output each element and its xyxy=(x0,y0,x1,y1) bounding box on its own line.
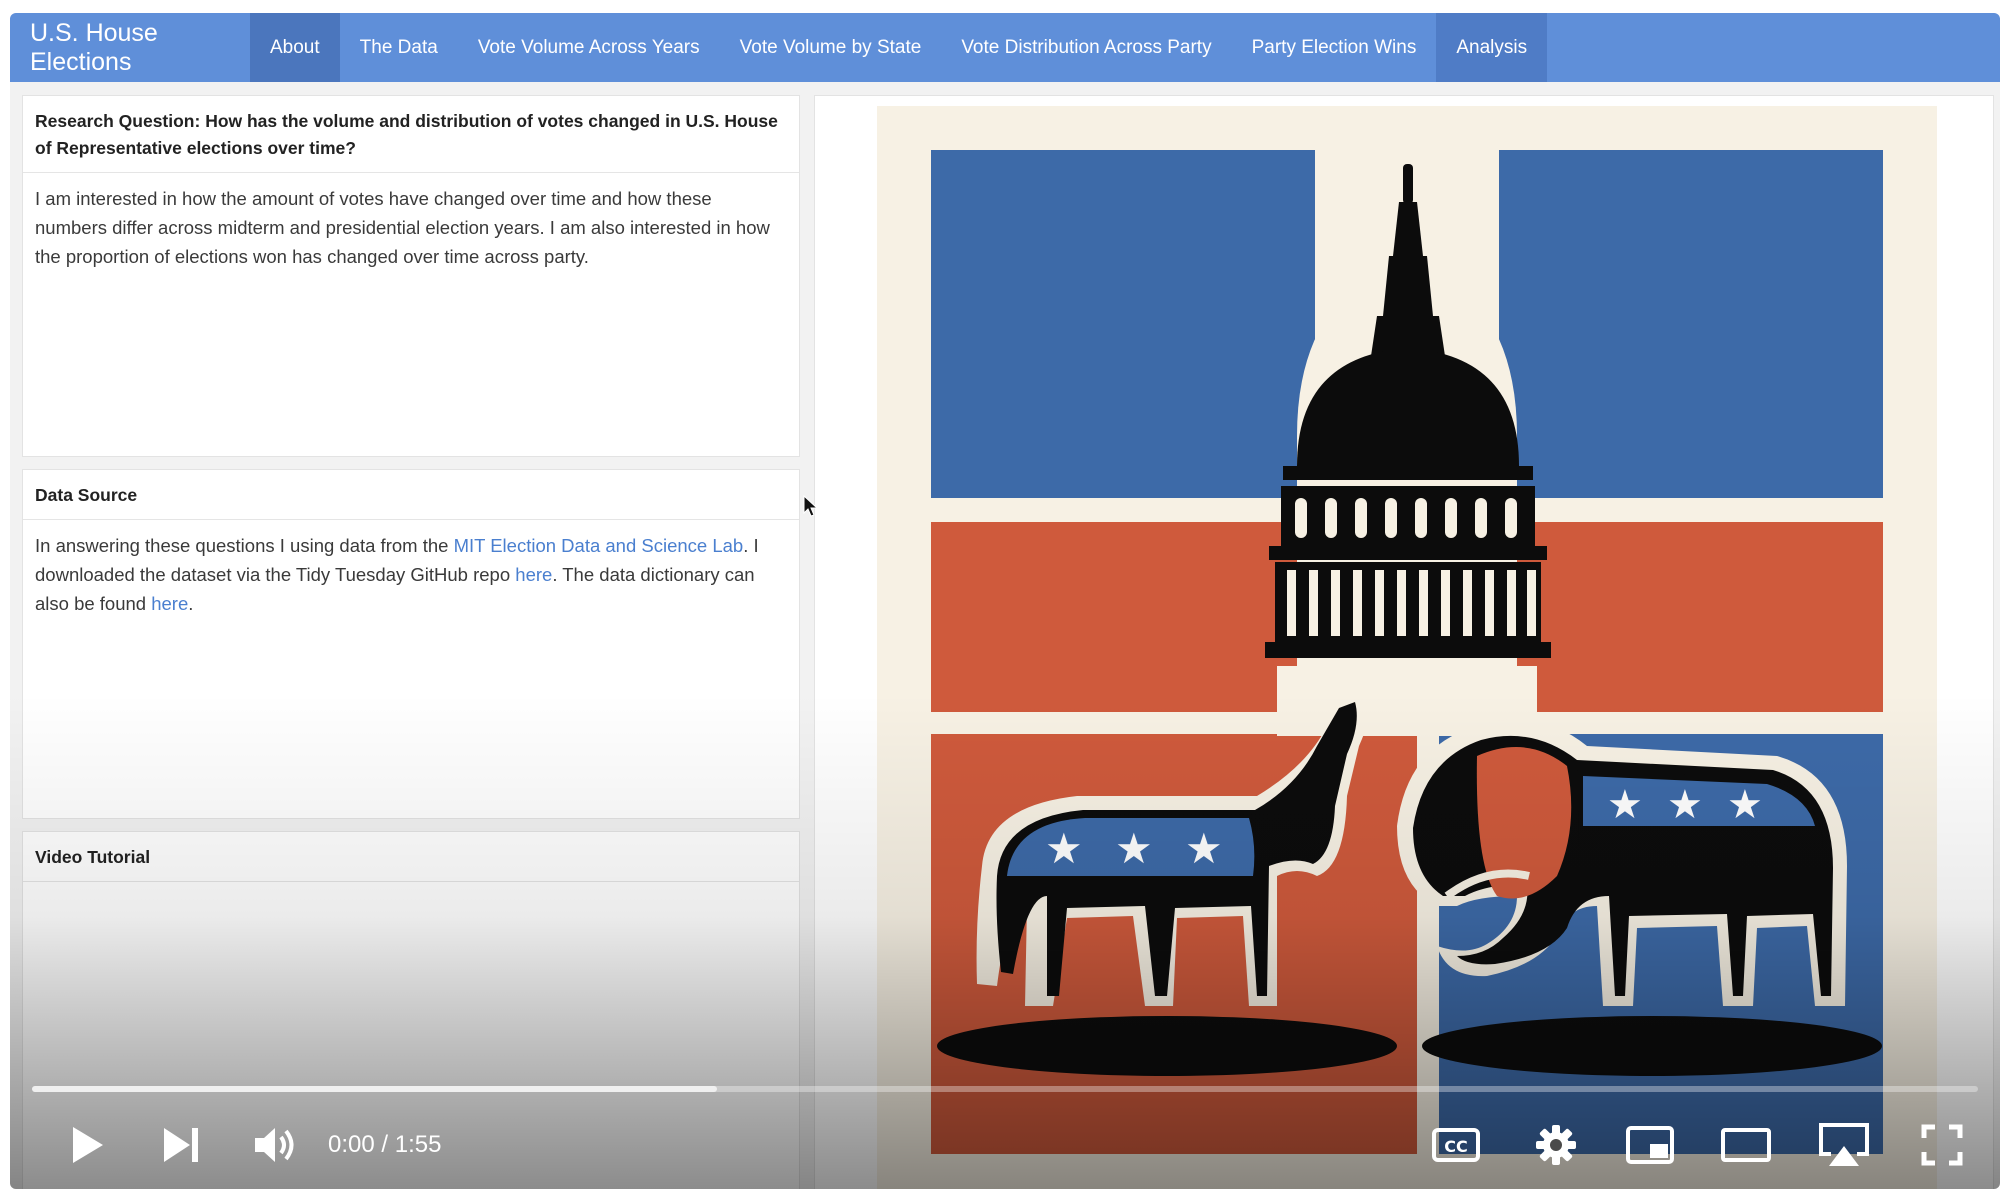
data-source-heading: Data Source xyxy=(23,470,799,520)
airplay-button[interactable] xyxy=(1814,1113,1874,1177)
volume-icon xyxy=(255,1128,294,1162)
tab-vote-volume-across-years[interactable]: Vote Volume Across Years xyxy=(458,13,720,82)
capitol-party-illustration: ★ ★ ★ ★ ★ ★ xyxy=(877,106,1937,1189)
elephant-shadow xyxy=(1422,1016,1882,1076)
captions-button[interactable]: CC xyxy=(1428,1113,1484,1177)
tab-about[interactable]: About xyxy=(250,13,340,82)
research-question-heading: Research Question: How has the volume an… xyxy=(23,96,799,173)
data-source-panel: Data Source In answering these questions… xyxy=(22,469,800,819)
svg-text:★: ★ xyxy=(1185,824,1223,873)
data-source-text: . xyxy=(188,593,194,614)
tidy-tuesday-repo-link[interactable]: here xyxy=(515,564,552,585)
miniplayer-icon xyxy=(1626,1126,1674,1164)
theater-icon xyxy=(1721,1128,1771,1162)
tab-party-election-wins[interactable]: Party Election Wins xyxy=(1232,13,1437,82)
theater-mode-button[interactable] xyxy=(1718,1113,1774,1177)
data-source-body: In answering these questions I using dat… xyxy=(23,520,799,629)
mit-election-lab-link[interactable]: MIT Election Data and Science Lab xyxy=(454,535,744,556)
data-source-text: In answering these questions I using dat… xyxy=(35,535,454,556)
research-question-panel: Research Question: How has the volume an… xyxy=(22,95,800,457)
svg-text:★: ★ xyxy=(1667,782,1703,828)
data-dictionary-link[interactable]: here xyxy=(151,593,188,614)
settings-button[interactable] xyxy=(1528,1113,1584,1177)
miniplayer-button[interactable] xyxy=(1622,1113,1678,1177)
app-frame: U.S. House Elections About The Data Vote… xyxy=(10,13,2000,1189)
fullscreen-button[interactable] xyxy=(1914,1113,1970,1177)
red-band-left xyxy=(931,522,1301,712)
play-icon xyxy=(73,1127,103,1163)
svg-text:CC: CC xyxy=(1444,1137,1467,1156)
video-controls: 0:00 / 1:55 CC xyxy=(10,1113,2000,1177)
svg-text:★: ★ xyxy=(1727,782,1763,828)
settings-icon xyxy=(1536,1125,1576,1165)
captions-icon: CC xyxy=(1432,1128,1480,1162)
svg-text:★: ★ xyxy=(1115,824,1153,873)
airplay-icon xyxy=(1819,1123,1869,1166)
tab-the-data[interactable]: The Data xyxy=(340,13,458,82)
tab-vote-distribution-across-party[interactable]: Vote Distribution Across Party xyxy=(941,13,1231,82)
svg-text:★: ★ xyxy=(1045,824,1083,873)
volume-button[interactable] xyxy=(248,1113,302,1177)
blue-block-top-left xyxy=(931,150,1315,498)
play-button[interactable] xyxy=(62,1113,112,1177)
donkey-shadow xyxy=(937,1016,1397,1076)
tab-analysis[interactable]: Analysis xyxy=(1436,13,1548,82)
blue-block-top-right xyxy=(1499,150,1883,498)
mouse-cursor-icon xyxy=(803,495,819,517)
red-band-right xyxy=(1513,522,1883,712)
next-icon xyxy=(164,1128,198,1162)
video-buffer-indicator xyxy=(32,1086,717,1092)
video-tutorial-heading: Video Tutorial xyxy=(23,832,799,882)
navbar: U.S. House Elections About The Data Vote… xyxy=(10,13,2000,82)
research-question-body: I am interested in how the amount of vot… xyxy=(35,188,770,267)
brand-title[interactable]: U.S. House Elections xyxy=(10,13,250,82)
tab-vote-volume-by-state[interactable]: Vote Volume by State xyxy=(720,13,942,82)
video-progress-bar[interactable] xyxy=(32,1086,1978,1092)
election-illustration-panel: ★ ★ ★ ★ ★ ★ xyxy=(814,95,1994,1189)
svg-text:★: ★ xyxy=(1607,782,1643,828)
time-display: 0:00 / 1:55 xyxy=(328,1131,442,1158)
fullscreen-icon xyxy=(1921,1124,1963,1166)
next-button[interactable] xyxy=(156,1113,206,1177)
